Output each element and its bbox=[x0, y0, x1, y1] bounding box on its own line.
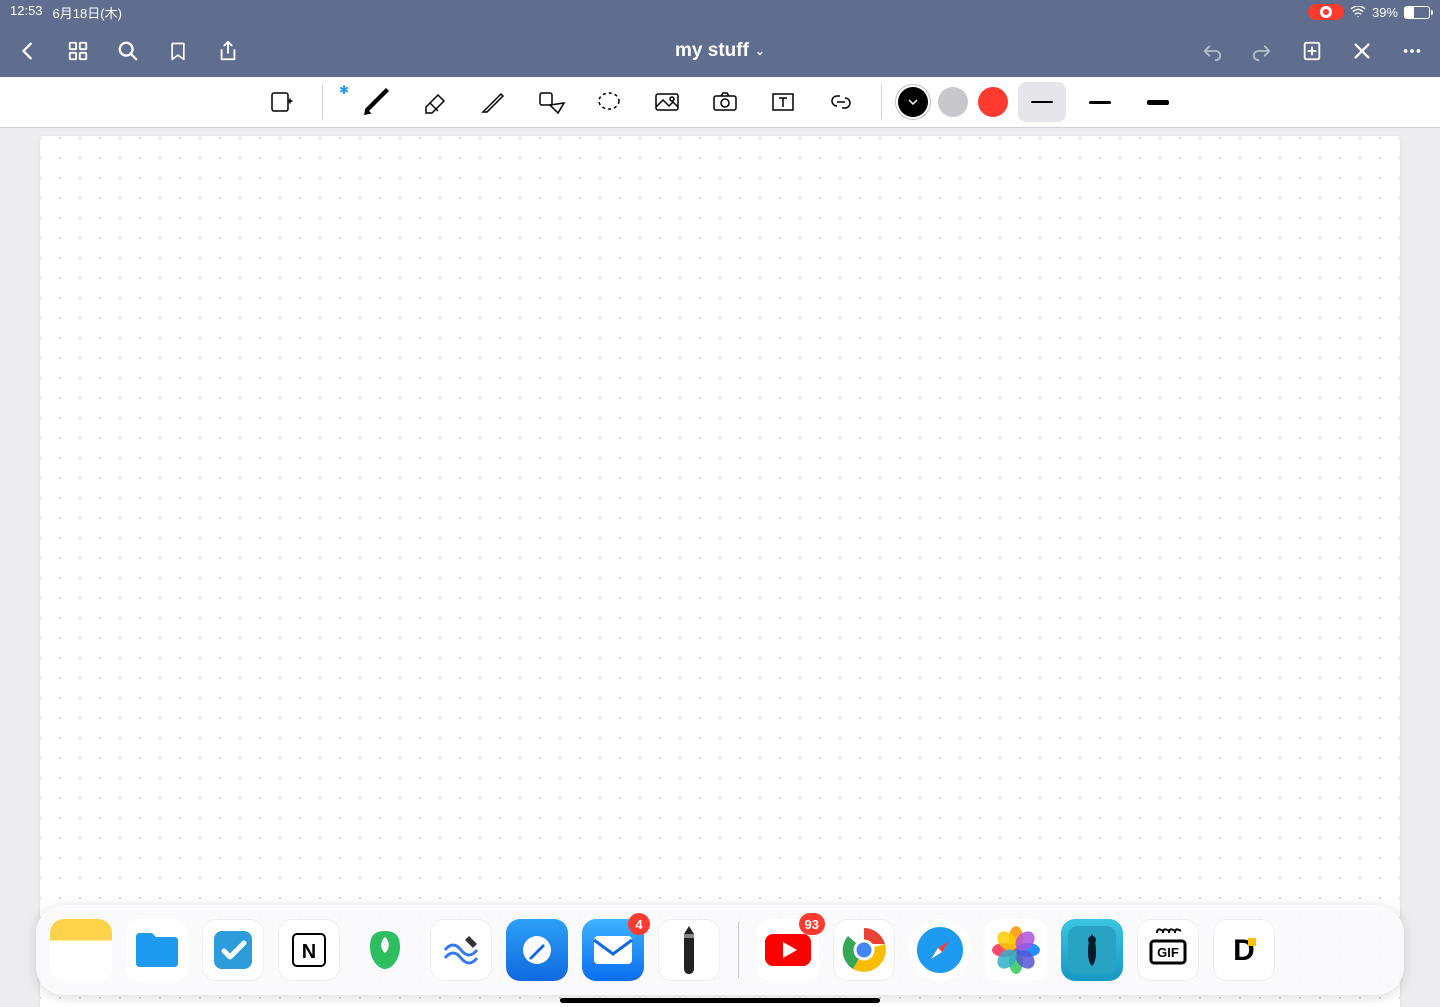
image-tool[interactable] bbox=[643, 82, 691, 122]
stroke-medium[interactable] bbox=[1076, 82, 1124, 122]
app-notes[interactable] bbox=[50, 919, 112, 981]
app-gif-maker[interactable]: GIF bbox=[1137, 919, 1199, 981]
app-safari[interactable] bbox=[909, 919, 971, 981]
battery-percent: 39% bbox=[1372, 5, 1398, 20]
color-gray[interactable] bbox=[938, 87, 968, 117]
tool-toolbar: ✱ bbox=[0, 77, 1440, 128]
screen-recording-indicator[interactable] bbox=[1308, 4, 1344, 20]
app-notability[interactable] bbox=[430, 919, 492, 981]
record-icon bbox=[1320, 6, 1332, 18]
note-page[interactable] bbox=[40, 136, 1400, 1007]
stroke-thin[interactable] bbox=[1018, 82, 1066, 122]
app-photos[interactable] bbox=[985, 919, 1047, 981]
app-mail[interactable]: 4 bbox=[582, 919, 644, 981]
zoom-tool[interactable] bbox=[258, 82, 306, 122]
redo-button[interactable] bbox=[1250, 39, 1274, 63]
more-button[interactable] bbox=[1400, 39, 1424, 63]
app-kindle[interactable] bbox=[1061, 919, 1123, 981]
add-page-button[interactable] bbox=[1300, 39, 1324, 63]
link-tool[interactable] bbox=[817, 82, 865, 122]
nav-bar: my stuff ⌄ bbox=[0, 24, 1440, 77]
close-button[interactable] bbox=[1350, 39, 1374, 63]
app-youtube[interactable]: 93 bbox=[757, 919, 819, 981]
app-omnifocus[interactable] bbox=[202, 919, 264, 981]
undo-button[interactable] bbox=[1200, 39, 1224, 63]
camera-tool[interactable] bbox=[701, 82, 749, 122]
canvas-area bbox=[0, 128, 1440, 1007]
search-button[interactable] bbox=[116, 39, 140, 63]
toolbar-separator bbox=[881, 85, 882, 119]
app-evernote[interactable] bbox=[354, 919, 416, 981]
dock-separator bbox=[738, 922, 739, 978]
chevron-down-icon: ⌄ bbox=[755, 44, 765, 58]
eraser-tool[interactable] bbox=[411, 82, 459, 122]
app-notion[interactable]: N bbox=[278, 919, 340, 981]
app-goodnotes[interactable] bbox=[506, 919, 568, 981]
youtube-badge: 93 bbox=[799, 913, 825, 935]
stroke-thick[interactable] bbox=[1134, 82, 1182, 122]
app-apple-pencil-app[interactable] bbox=[658, 919, 720, 981]
chevron-down-icon bbox=[908, 97, 918, 107]
status-time: 12:53 bbox=[10, 3, 43, 22]
document-title: my stuff bbox=[675, 40, 749, 62]
mail-badge: 4 bbox=[628, 913, 650, 935]
grid-view-button[interactable] bbox=[66, 39, 90, 63]
text-tool[interactable] bbox=[759, 82, 807, 122]
bluetooth-icon: ✱ bbox=[339, 83, 349, 97]
home-indicator[interactable] bbox=[560, 998, 880, 1003]
color-red[interactable] bbox=[978, 87, 1008, 117]
toolbar-separator bbox=[322, 85, 323, 119]
stroke-line-icon bbox=[1031, 101, 1053, 103]
wifi-icon bbox=[1350, 6, 1366, 18]
dock: N 4 93 G bbox=[36, 905, 1404, 995]
svg-text:GIF: GIF bbox=[1157, 945, 1179, 960]
bookmark-button[interactable] bbox=[166, 39, 190, 63]
svg-text:N: N bbox=[302, 941, 316, 963]
stroke-line-icon bbox=[1147, 100, 1169, 105]
color-black[interactable] bbox=[898, 87, 928, 117]
document-title-dropdown[interactable]: my stuff ⌄ bbox=[675, 40, 765, 62]
lasso-tool[interactable] bbox=[585, 82, 633, 122]
app-chrome[interactable] bbox=[833, 919, 895, 981]
status-bar: 12:53 6月18日(木) 39% bbox=[0, 0, 1440, 24]
share-button[interactable] bbox=[216, 39, 240, 63]
app-files[interactable] bbox=[126, 919, 188, 981]
highlighter-tool[interactable] bbox=[469, 82, 517, 122]
back-button[interactable] bbox=[16, 39, 40, 63]
battery-fill bbox=[1405, 7, 1414, 18]
app-d[interactable]: D bbox=[1213, 919, 1275, 981]
battery-icon bbox=[1404, 6, 1430, 19]
stroke-line-icon bbox=[1089, 101, 1111, 104]
status-date: 6月18日(木) bbox=[53, 3, 122, 22]
pen-tool[interactable] bbox=[353, 82, 401, 122]
shape-tool[interactable] bbox=[527, 82, 575, 122]
